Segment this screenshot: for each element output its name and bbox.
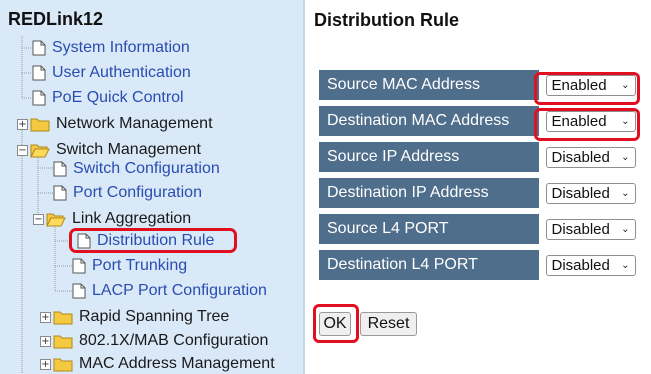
sidebar-item-label: 802.1X/MAB Configuration — [79, 332, 269, 349]
collapse-minus-icon[interactable]: − — [17, 144, 28, 156]
sidebar-item-label: Port Trunking — [92, 257, 188, 274]
select-value: Disabled — [551, 256, 610, 274]
source-l4-port-select[interactable]: Disabled ⌄ — [545, 218, 636, 240]
chevron-down-icon: ⌄ — [621, 259, 630, 271]
sidebar-item-port-trunking[interactable]: Port Trunking — [72, 254, 187, 278]
sidebar-item-network-management[interactable]: + Network Management — [17, 112, 213, 136]
enabled-select-highlight — [534, 108, 640, 141]
rule-label: Destination IP Address — [319, 178, 539, 214]
select-value: Disabled — [551, 148, 610, 166]
folder-icon — [30, 118, 50, 132]
table-row: Source L4 PORT Disabled ⌄ — [319, 214, 642, 250]
sidebar-item-lacp-port-configuration[interactable]: LACP Port Configuration — [72, 279, 267, 303]
page-title: Distribution Rule — [314, 10, 459, 30]
chevron-down-icon: ⌄ — [621, 187, 630, 199]
enabled-select-highlight — [534, 72, 640, 105]
sidebar-item-label: System Information — [52, 39, 190, 56]
sidebar-item-port-configuration[interactable]: Port Configuration — [53, 181, 202, 205]
expand-plus-icon[interactable]: + — [40, 311, 51, 323]
chevron-down-icon: ⌄ — [621, 223, 630, 235]
sidebar-item-poe-quick-control[interactable]: PoE Quick Control — [32, 86, 184, 110]
sidebar-item-label: LACP Port Configuration — [92, 282, 267, 299]
select-value: Disabled — [551, 220, 610, 238]
folder-icon — [53, 311, 73, 325]
sidebar-item-label: Link Aggregation — [72, 210, 192, 227]
document-icon — [32, 65, 46, 81]
sidebar-item-label: Rapid Spanning Tree — [79, 308, 230, 325]
destination-l4-port-select[interactable]: Disabled ⌄ — [545, 254, 636, 276]
document-icon — [72, 258, 86, 274]
ok-button-highlight — [313, 304, 359, 343]
sidebar-item-switch-configuration[interactable]: Switch Configuration — [53, 157, 220, 181]
sidebar-item-label: MAC Address Management — [79, 355, 275, 372]
sidebar-item-user-authentication[interactable]: User Authentication — [32, 61, 191, 85]
rule-label: Destination L4 PORT — [319, 250, 539, 280]
document-icon — [32, 90, 46, 106]
selected-item-highlight — [69, 228, 237, 253]
sidebar-item-label: Switch Configuration — [73, 160, 220, 177]
folder-icon — [53, 358, 73, 372]
sidebar-item-rapid-spanning-tree[interactable]: + Rapid Spanning Tree — [40, 305, 229, 329]
document-icon — [53, 161, 67, 177]
expand-plus-icon[interactable]: + — [17, 118, 28, 130]
document-icon — [72, 283, 86, 299]
folder-icon — [53, 335, 73, 349]
select-value: Disabled — [551, 184, 610, 202]
sidebar-item-label: User Authentication — [52, 64, 191, 81]
sidebar-tree: REDLink12 System Information User Authen… — [0, 0, 303, 374]
document-icon — [32, 40, 46, 56]
expand-plus-icon[interactable]: + — [40, 358, 51, 370]
sidebar-item-label: Network Management — [56, 115, 213, 132]
table-row: Destination IP Address Disabled ⌄ — [319, 178, 642, 214]
rule-label: Destination MAC Address — [319, 106, 539, 142]
reset-button[interactable]: Reset — [360, 312, 417, 336]
destination-ip-select[interactable]: Disabled ⌄ — [545, 182, 636, 204]
sidebar-item-mac-address-management[interactable]: + MAC Address Management — [40, 352, 275, 374]
rule-label: Source IP Address — [319, 142, 539, 178]
open-folder-icon — [30, 144, 50, 158]
sidebar-item-label: Port Configuration — [73, 184, 202, 201]
collapse-minus-icon[interactable]: − — [33, 213, 44, 225]
rule-label: Source MAC Address — [319, 70, 539, 106]
table-row: Source IP Address Disabled ⌄ — [319, 142, 642, 178]
expand-plus-icon[interactable]: + — [40, 335, 51, 347]
sidebar-item-8021x-mab-configuration[interactable]: + 802.1X/MAB Configuration — [40, 329, 268, 353]
chevron-down-icon: ⌄ — [621, 151, 630, 163]
document-icon — [53, 185, 67, 201]
open-folder-icon — [46, 213, 66, 227]
table-row: Destination L4 PORT Disabled ⌄ — [319, 250, 642, 280]
sidebar-item-system-information[interactable]: System Information — [32, 36, 190, 60]
main-panel: Distribution Rule Source MAC Address Ena… — [305, 0, 651, 374]
rule-label: Source L4 PORT — [319, 214, 539, 250]
sidebar-item-label: PoE Quick Control — [52, 89, 184, 106]
source-ip-select[interactable]: Disabled ⌄ — [545, 146, 636, 168]
